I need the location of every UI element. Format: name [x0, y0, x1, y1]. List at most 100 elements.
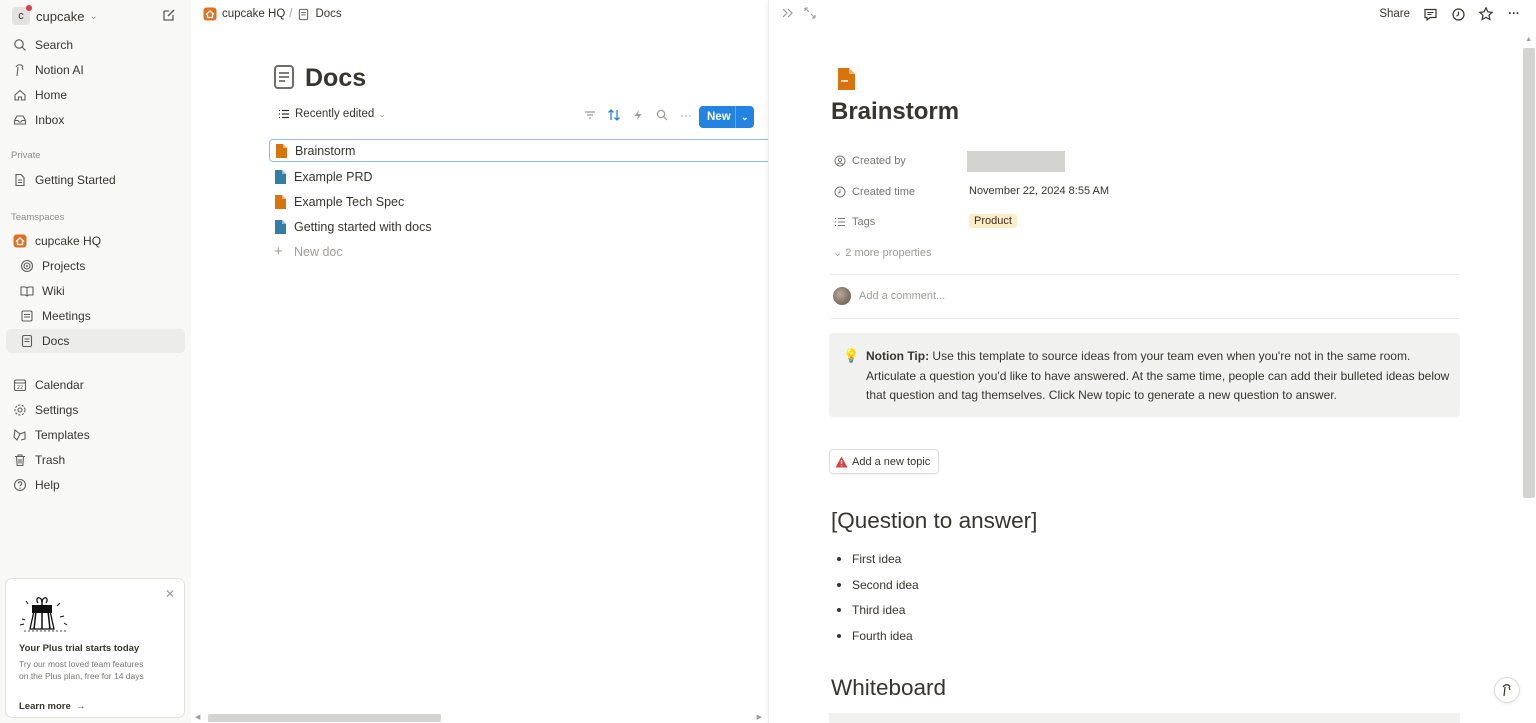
- list-item-getting-started-docs[interactable]: Getting started with docs: [269, 214, 768, 239]
- sidebar-item-label: Home: [35, 88, 68, 102]
- sort-icon[interactable]: [607, 108, 621, 122]
- book-icon: [18, 282, 36, 300]
- callout-body: Use this template to source ideas from y…: [866, 349, 1450, 402]
- doc-file-icon: [275, 194, 286, 209]
- new-button[interactable]: New ⌄: [699, 106, 754, 128]
- add-topic-button[interactable]: Add a new topic: [829, 449, 940, 474]
- doc-title[interactable]: Brainstorm: [831, 98, 959, 126]
- sidebar-item-getting-started[interactable]: Getting Started: [6, 168, 185, 192]
- sidebar-item-inbox[interactable]: Inbox: [6, 108, 185, 132]
- comment-input[interactable]: Add a comment...: [833, 287, 945, 305]
- sidebar-item-trash[interactable]: Trash: [6, 448, 185, 472]
- plus-icon: +: [274, 243, 283, 260]
- doc-file-icon: [275, 219, 286, 234]
- comment-placeholder: Add a comment...: [859, 290, 946, 302]
- sidebar-item-projects[interactable]: Projects: [6, 254, 185, 278]
- chevron-down-icon: ⌄: [89, 10, 98, 22]
- filter-icon[interactable]: [583, 108, 597, 122]
- whiteboard-area[interactable]: [829, 713, 1460, 723]
- sidebar-item-meetings[interactable]: Meetings: [6, 304, 185, 328]
- sidebar-item-label: Help: [35, 478, 60, 492]
- list-item[interactable]: First idea: [837, 546, 919, 572]
- property-created-time[interactable]: Created time: [833, 185, 915, 199]
- trial-description: Try our most loved team features on the …: [19, 659, 144, 681]
- new-button-label: New: [707, 111, 731, 123]
- list-item[interactable]: Fourth idea: [837, 623, 919, 649]
- list-item[interactable]: Second idea: [837, 572, 919, 598]
- sidebar-item-templates[interactable]: Templates: [6, 423, 185, 447]
- divider: [830, 274, 1460, 275]
- sidebar-item-cupcake-hq[interactable]: cupcake HQ: [6, 229, 185, 253]
- home-icon: [11, 86, 29, 104]
- scroll-right-icon[interactable]: ▶: [757, 713, 762, 721]
- doc-icon: [296, 7, 310, 21]
- bullet-dot: [837, 633, 841, 638]
- more-options-icon[interactable]: ···: [1506, 6, 1522, 22]
- comment-icon[interactable]: [1422, 6, 1438, 22]
- view-label: Recently edited: [295, 108, 375, 120]
- notion-ai-icon[interactable]: [1494, 677, 1520, 703]
- sidebar-item-label: Trash: [35, 453, 66, 467]
- new-doc-button[interactable]: + New doc: [269, 239, 768, 264]
- scroll-left-icon[interactable]: ◀: [195, 713, 200, 721]
- workspace-switcher[interactable]: c cupcake ⌄: [8, 4, 183, 28]
- sidebar-item-docs[interactable]: Docs: [6, 329, 185, 353]
- sidebar-item-label: cupcake HQ: [35, 234, 102, 248]
- expand-icon[interactable]: [803, 6, 817, 23]
- sidebar-item-help[interactable]: Help: [6, 473, 185, 497]
- property-tags[interactable]: Tags: [833, 215, 875, 229]
- scroll-up-icon[interactable]: ▲: [1525, 36, 1532, 43]
- idea-text: Second idea: [852, 577, 919, 592]
- clock-icon[interactable]: [1450, 6, 1466, 22]
- sidebar-item-home[interactable]: Home: [6, 83, 185, 107]
- vertical-scrollbar[interactable]: [1523, 48, 1535, 498]
- idea-text: Third idea: [852, 603, 906, 618]
- notion-ai-icon: [11, 61, 29, 79]
- list-item-example-tech-spec[interactable]: Example Tech Spec: [269, 189, 768, 214]
- new-page-icon[interactable]: [161, 7, 179, 25]
- list-item-example-prd[interactable]: Example PRD: [269, 164, 768, 189]
- lightning-icon[interactable]: [631, 108, 645, 122]
- new-doc-label: New doc: [294, 244, 343, 259]
- breadcrumb-page[interactable]: Docs: [315, 8, 341, 20]
- breadcrumb-teamspace[interactable]: cupcake HQ: [222, 8, 285, 20]
- bullet-dot: [837, 608, 841, 613]
- chevron-down-icon[interactable]: ⌄: [736, 112, 749, 123]
- sidebar-item-search[interactable]: Search: [6, 33, 185, 57]
- calendar-icon: 22: [11, 376, 29, 394]
- workspace-avatar: c: [12, 5, 32, 25]
- sidebar-item-settings[interactable]: Settings: [6, 398, 185, 422]
- list-item[interactable]: Third idea: [837, 597, 919, 623]
- question-heading[interactable]: [Question to answer]: [831, 508, 1037, 534]
- sidebar-item-calendar[interactable]: 22 Calendar: [6, 373, 185, 397]
- doc-icon[interactable]: [273, 64, 295, 93]
- more-options-icon[interactable]: ···: [679, 108, 693, 122]
- tag-badge[interactable]: Product: [969, 214, 1017, 228]
- target-icon: [18, 257, 36, 275]
- star-icon[interactable]: [1478, 6, 1494, 22]
- doc-title: Getting started with docs: [294, 219, 432, 234]
- avatar: [833, 287, 851, 305]
- close-icon[interactable]: ✕: [165, 587, 175, 601]
- calendar-page-icon: [18, 307, 36, 325]
- view-selector[interactable]: Recently edited ⌄: [278, 108, 386, 120]
- whiteboard-heading[interactable]: Whiteboard: [831, 675, 946, 701]
- scrollbar-thumb[interactable]: [208, 714, 441, 722]
- plus-trial-card: ✕ Your Plus trial starts today Try our m…: [5, 578, 185, 718]
- sidebar-item-label: Templates: [35, 428, 90, 442]
- learn-more-link[interactable]: Learn more →: [19, 701, 86, 712]
- callout-tip[interactable]: 💡 Notion Tip: Use this template to sourc…: [829, 333, 1460, 417]
- page-title: Docs: [273, 64, 366, 93]
- sidebar-item-wiki[interactable]: Wiki: [6, 279, 185, 303]
- arrow-right-icon: →: [73, 701, 86, 712]
- search-icon[interactable]: [655, 108, 669, 122]
- more-properties-toggle[interactable]: ⌄ 2 more properties: [833, 246, 932, 259]
- doc-file-icon[interactable]: [837, 67, 857, 91]
- page-title-text[interactable]: Docs: [305, 64, 366, 93]
- horizontal-scrollbar[interactable]: ◀ ▶: [195, 713, 767, 723]
- sidebar-item-notion-ai[interactable]: Notion AI: [6, 58, 185, 82]
- property-created-by[interactable]: Created by: [833, 154, 906, 168]
- share-button[interactable]: Share: [1379, 8, 1410, 20]
- list-item-brainstorm[interactable]: Brainstorm: [269, 139, 768, 162]
- close-peek-icon[interactable]: [781, 6, 795, 23]
